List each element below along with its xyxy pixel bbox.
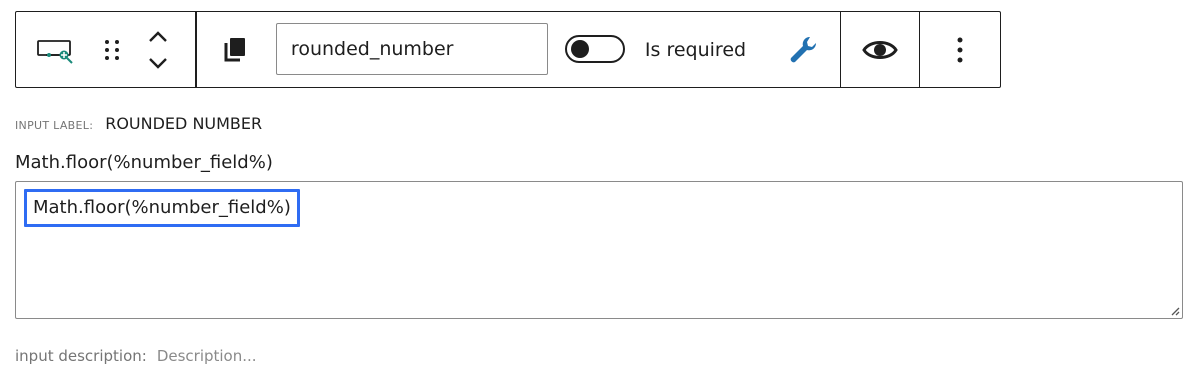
input-label-row: INPUT LABEL: ROUNDED NUMBER xyxy=(15,114,262,133)
copy-icon[interactable] xyxy=(221,35,249,65)
required-label: Is required xyxy=(644,39,747,61)
toolbar-preview xyxy=(841,12,919,87)
eye-icon[interactable] xyxy=(862,37,898,63)
more-vertical-icon[interactable] xyxy=(956,35,964,65)
resize-handle-icon[interactable] xyxy=(1168,304,1180,316)
calculated-field-icon[interactable] xyxy=(34,28,78,72)
toggle-knob xyxy=(570,40,589,58)
description-row: input description: Description... xyxy=(15,347,257,365)
toolbar-block-controls xyxy=(16,12,195,87)
field-name-input[interactable] xyxy=(275,23,548,75)
description-input[interactable]: Description... xyxy=(157,347,257,365)
block-mover xyxy=(146,29,170,71)
chevron-up-icon[interactable] xyxy=(146,29,170,45)
description-caption: input description: xyxy=(15,347,147,365)
required-toggle[interactable] xyxy=(564,35,625,63)
block-toolbar: Is required xyxy=(15,11,1001,88)
drag-handle-icon[interactable] xyxy=(100,28,124,72)
input-label-caption: INPUT LABEL: xyxy=(15,119,94,132)
formula-selected-text[interactable]: Math.floor(%number_field%) xyxy=(24,189,300,227)
toolbar-field-settings: Is required xyxy=(197,12,840,87)
chevron-down-icon[interactable] xyxy=(146,55,170,71)
toolbar-options xyxy=(920,12,1000,87)
formula-label: Math.floor(%number_field%) xyxy=(15,152,273,173)
input-label-value[interactable]: ROUNDED NUMBER xyxy=(105,114,262,133)
formula-textarea[interactable]: Math.floor(%number_field%) xyxy=(15,181,1183,319)
wrench-icon[interactable] xyxy=(787,34,819,66)
